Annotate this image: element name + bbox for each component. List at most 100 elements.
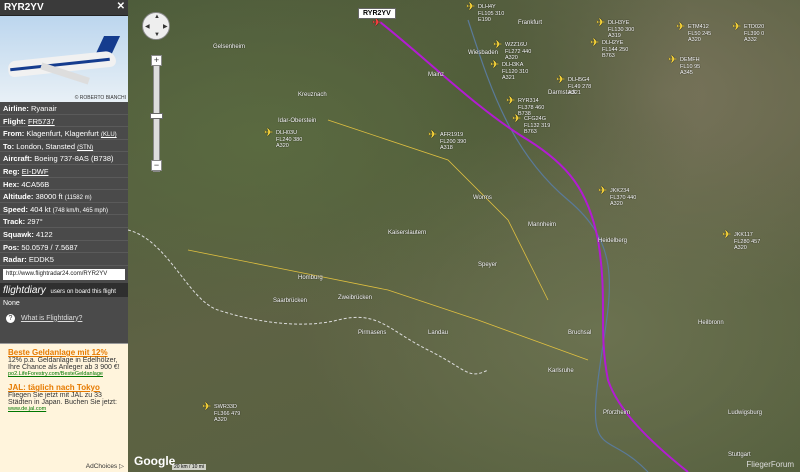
aircraft-label-line: A318 bbox=[440, 145, 453, 151]
aircraft-label: ETD020 FL390 0 A332 bbox=[744, 24, 764, 44]
pan-left-icon[interactable]: ◀ bbox=[145, 23, 150, 30]
town-label: Heidelberg bbox=[598, 238, 628, 244]
aircraft-photo[interactable]: © ROBERTO BIANCHI bbox=[0, 16, 128, 102]
selected-aircraft-icon[interactable]: ✈ bbox=[372, 18, 381, 29]
detail-row: Radar: EDDK5 bbox=[0, 253, 128, 266]
aircraft-icon[interactable]: ✈ bbox=[264, 128, 273, 139]
detail-label: Flight: bbox=[3, 116, 26, 126]
aircraft-icon[interactable]: ✈ bbox=[490, 60, 499, 71]
aircraft-icon[interactable]: ✈ bbox=[590, 38, 599, 49]
town-label: Kreuznach bbox=[298, 92, 327, 98]
detail-row: Flight: FR5737 bbox=[0, 115, 128, 128]
aircraft-label-line: A332 bbox=[744, 37, 757, 43]
ad2-link[interactable]: www.de.jal.com bbox=[8, 406, 124, 412]
aircraft-label: CFG24G FL132 319 B763 bbox=[524, 116, 550, 136]
town-label: Kaiserslautern bbox=[388, 230, 427, 236]
detail-label: Squawk: bbox=[3, 229, 34, 239]
google-logo: Google bbox=[134, 454, 176, 468]
detail-label: Speed: bbox=[3, 204, 29, 214]
aircraft-label: SWR33D FL366 479 A320 bbox=[214, 404, 240, 424]
flight-url-field[interactable]: http://www.flightradar24.com/RYR2YV bbox=[3, 268, 125, 280]
town-label: Stuttgart bbox=[728, 452, 751, 458]
aircraft-label-line: B763 bbox=[524, 129, 537, 135]
pan-up-icon[interactable]: ▲ bbox=[154, 14, 160, 20]
aircraft-icon[interactable]: ✈ bbox=[506, 96, 515, 107]
german-border bbox=[128, 229, 489, 375]
detail-label: Aircraft: bbox=[3, 154, 33, 164]
aircraft-icon[interactable]: ✈ bbox=[202, 402, 211, 413]
close-icon[interactable]: ✕ bbox=[117, 1, 125, 12]
aircraft-icon[interactable]: ✈ bbox=[466, 2, 475, 13]
detail-value[interactable]: FR5737 bbox=[28, 117, 55, 126]
aircraft-label-line: A345 bbox=[680, 70, 693, 76]
help-icon: ? bbox=[6, 313, 15, 323]
flight-details: Airline: Ryanair Flight: FR5737 From: Klag… bbox=[0, 102, 128, 266]
flight-map[interactable]: Gelsenheim Mainz Wiesbaden Darmstadt Kreuzna… bbox=[128, 0, 800, 472]
detail-row: Altitude: 38000 ft (11582 m) bbox=[0, 190, 128, 203]
aircraft-label: RYR314 FL378 460 B738 bbox=[518, 98, 544, 118]
airport-code[interactable]: (KLU) bbox=[101, 132, 117, 138]
detail-value: 4CA56B bbox=[21, 179, 50, 189]
detail-extra: (11582 m) bbox=[64, 195, 92, 202]
map-scale: 20 km / 10 mi bbox=[172, 464, 207, 470]
detail-value: Ryanair bbox=[30, 104, 57, 113]
detail-value: 297° bbox=[27, 217, 43, 227]
flight-callsign: RYR2YV bbox=[4, 2, 44, 13]
aircraft-icon[interactable]: ✈ bbox=[676, 22, 685, 33]
detail-value: London, Stansted bbox=[16, 141, 76, 151]
detail-label: Altitude: bbox=[3, 192, 34, 202]
town-label: Heilbronn bbox=[698, 320, 724, 326]
aircraft-label: DLH5G4 FL49 278 A321 bbox=[568, 77, 591, 97]
what-is-flightdiary-link[interactable]: What is Flightdiary? bbox=[21, 315, 82, 322]
aircraft-label: DLH2YE FL144 250 B763 bbox=[602, 40, 628, 60]
aircraft-label-line: ETM412 bbox=[688, 24, 709, 30]
pan-down-icon[interactable]: ▼ bbox=[154, 32, 160, 38]
aircraft-label: DLH3KA FL120 310 A321 bbox=[502, 62, 528, 82]
ad2-text: Fliegen Sie jetzt mit JAL zu 33 Städten … bbox=[8, 392, 117, 406]
aircraft-label-line: A320 bbox=[276, 143, 289, 149]
detail-value[interactable]: EI-DWF bbox=[22, 167, 49, 176]
aircraft-label: AFR1919 FL200 390 A318 bbox=[440, 132, 466, 152]
town-label: Pirmasens bbox=[358, 330, 387, 336]
pan-control[interactable]: ▲ ▼ ◀ ▶ bbox=[142, 12, 170, 40]
zoom-out-button[interactable]: − bbox=[151, 160, 162, 171]
flightdiary-help: ? What is Flightdiary? bbox=[0, 310, 128, 327]
watermark: FliegerForum bbox=[746, 460, 794, 469]
detail-label: From: bbox=[3, 129, 25, 139]
aircraft-icon[interactable]: ✈ bbox=[493, 40, 502, 51]
detail-row: To: London, Stansted (STN) bbox=[0, 140, 128, 153]
aircraft-icon[interactable]: ✈ bbox=[512, 114, 521, 125]
detail-row: Reg: EI-DWF bbox=[0, 165, 128, 178]
zoom-in-button[interactable]: + bbox=[151, 55, 162, 66]
detail-value: 4122 bbox=[35, 229, 53, 239]
aircraft-label-line: A320 bbox=[505, 55, 518, 61]
ad2-headline[interactable]: JAL: täglich nach Tokyo bbox=[8, 383, 124, 392]
flightdiary-logo[interactable]: flightdiary bbox=[3, 285, 46, 296]
aircraft-label: DLH03U FL240 380 A320 bbox=[276, 130, 302, 150]
aircraft-icon[interactable]: ✈ bbox=[722, 230, 731, 241]
ad1-headline[interactable]: Beste Geldanlage mit 12% bbox=[8, 348, 124, 357]
town-label: Speyer bbox=[478, 262, 498, 268]
selected-flight-tag[interactable]: RYR2YV bbox=[358, 8, 396, 19]
aircraft-icon[interactable]: ✈ bbox=[668, 55, 677, 66]
aircraft-icon[interactable]: ✈ bbox=[556, 75, 565, 86]
aircraft-label: DLH4Y FL105 310 E190 bbox=[478, 4, 504, 24]
flightdiary-users: None bbox=[3, 299, 20, 307]
motorway bbox=[187, 249, 589, 361]
aircraft-label: WZZ16U FL272 440 A320 bbox=[505, 42, 531, 62]
detail-extra: (748 km/h, 465 mph) bbox=[52, 207, 108, 214]
pan-right-icon[interactable]: ▶ bbox=[163, 23, 168, 30]
detail-label: Hex: bbox=[3, 179, 20, 189]
detail-value: Boeing 737-8AS (B738) bbox=[34, 154, 114, 164]
motorway bbox=[327, 119, 549, 301]
adchoices-link[interactable]: AdChoices ▷ bbox=[86, 462, 124, 470]
aircraft-icon[interactable]: ✈ bbox=[596, 18, 605, 29]
detail-row: Squawk: 4122 bbox=[0, 228, 128, 241]
town-label: Mainz bbox=[428, 72, 445, 78]
aircraft-icon[interactable]: ✈ bbox=[732, 22, 741, 33]
zoom-slider-thumb[interactable] bbox=[150, 113, 163, 119]
airport-code[interactable]: (STN) bbox=[77, 145, 93, 151]
detail-value: 38000 ft bbox=[35, 192, 63, 202]
aircraft-icon[interactable]: ✈ bbox=[428, 130, 437, 141]
aircraft-icon[interactable]: ✈ bbox=[598, 186, 607, 197]
